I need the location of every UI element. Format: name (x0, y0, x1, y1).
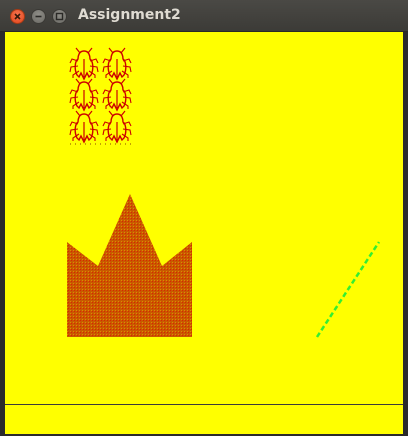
close-icon (14, 13, 21, 20)
dashed-line (315, 241, 381, 338)
maximize-icon (55, 12, 64, 21)
maximize-button[interactable] (52, 9, 67, 24)
drawing-canvas (5, 32, 403, 404)
minimize-icon (35, 15, 42, 18)
bug-sprite (69, 47, 99, 80)
bug-sprite (102, 78, 132, 111)
title-bar[interactable]: Assignment2 (0, 0, 408, 32)
bug-sprite (69, 110, 99, 143)
application-window: Assignment2 (0, 0, 408, 436)
bug-sprite (69, 78, 99, 111)
close-button[interactable] (10, 9, 25, 24)
minimize-button[interactable] (31, 9, 46, 24)
window-title: Assignment2 (78, 7, 181, 23)
crown-shape (67, 194, 192, 337)
bug-sprite (102, 110, 132, 143)
canvas-lower-strip (5, 404, 403, 434)
bug-sprite (102, 47, 132, 80)
bug-grid (69, 47, 132, 145)
canvas-svg (67, 47, 381, 338)
